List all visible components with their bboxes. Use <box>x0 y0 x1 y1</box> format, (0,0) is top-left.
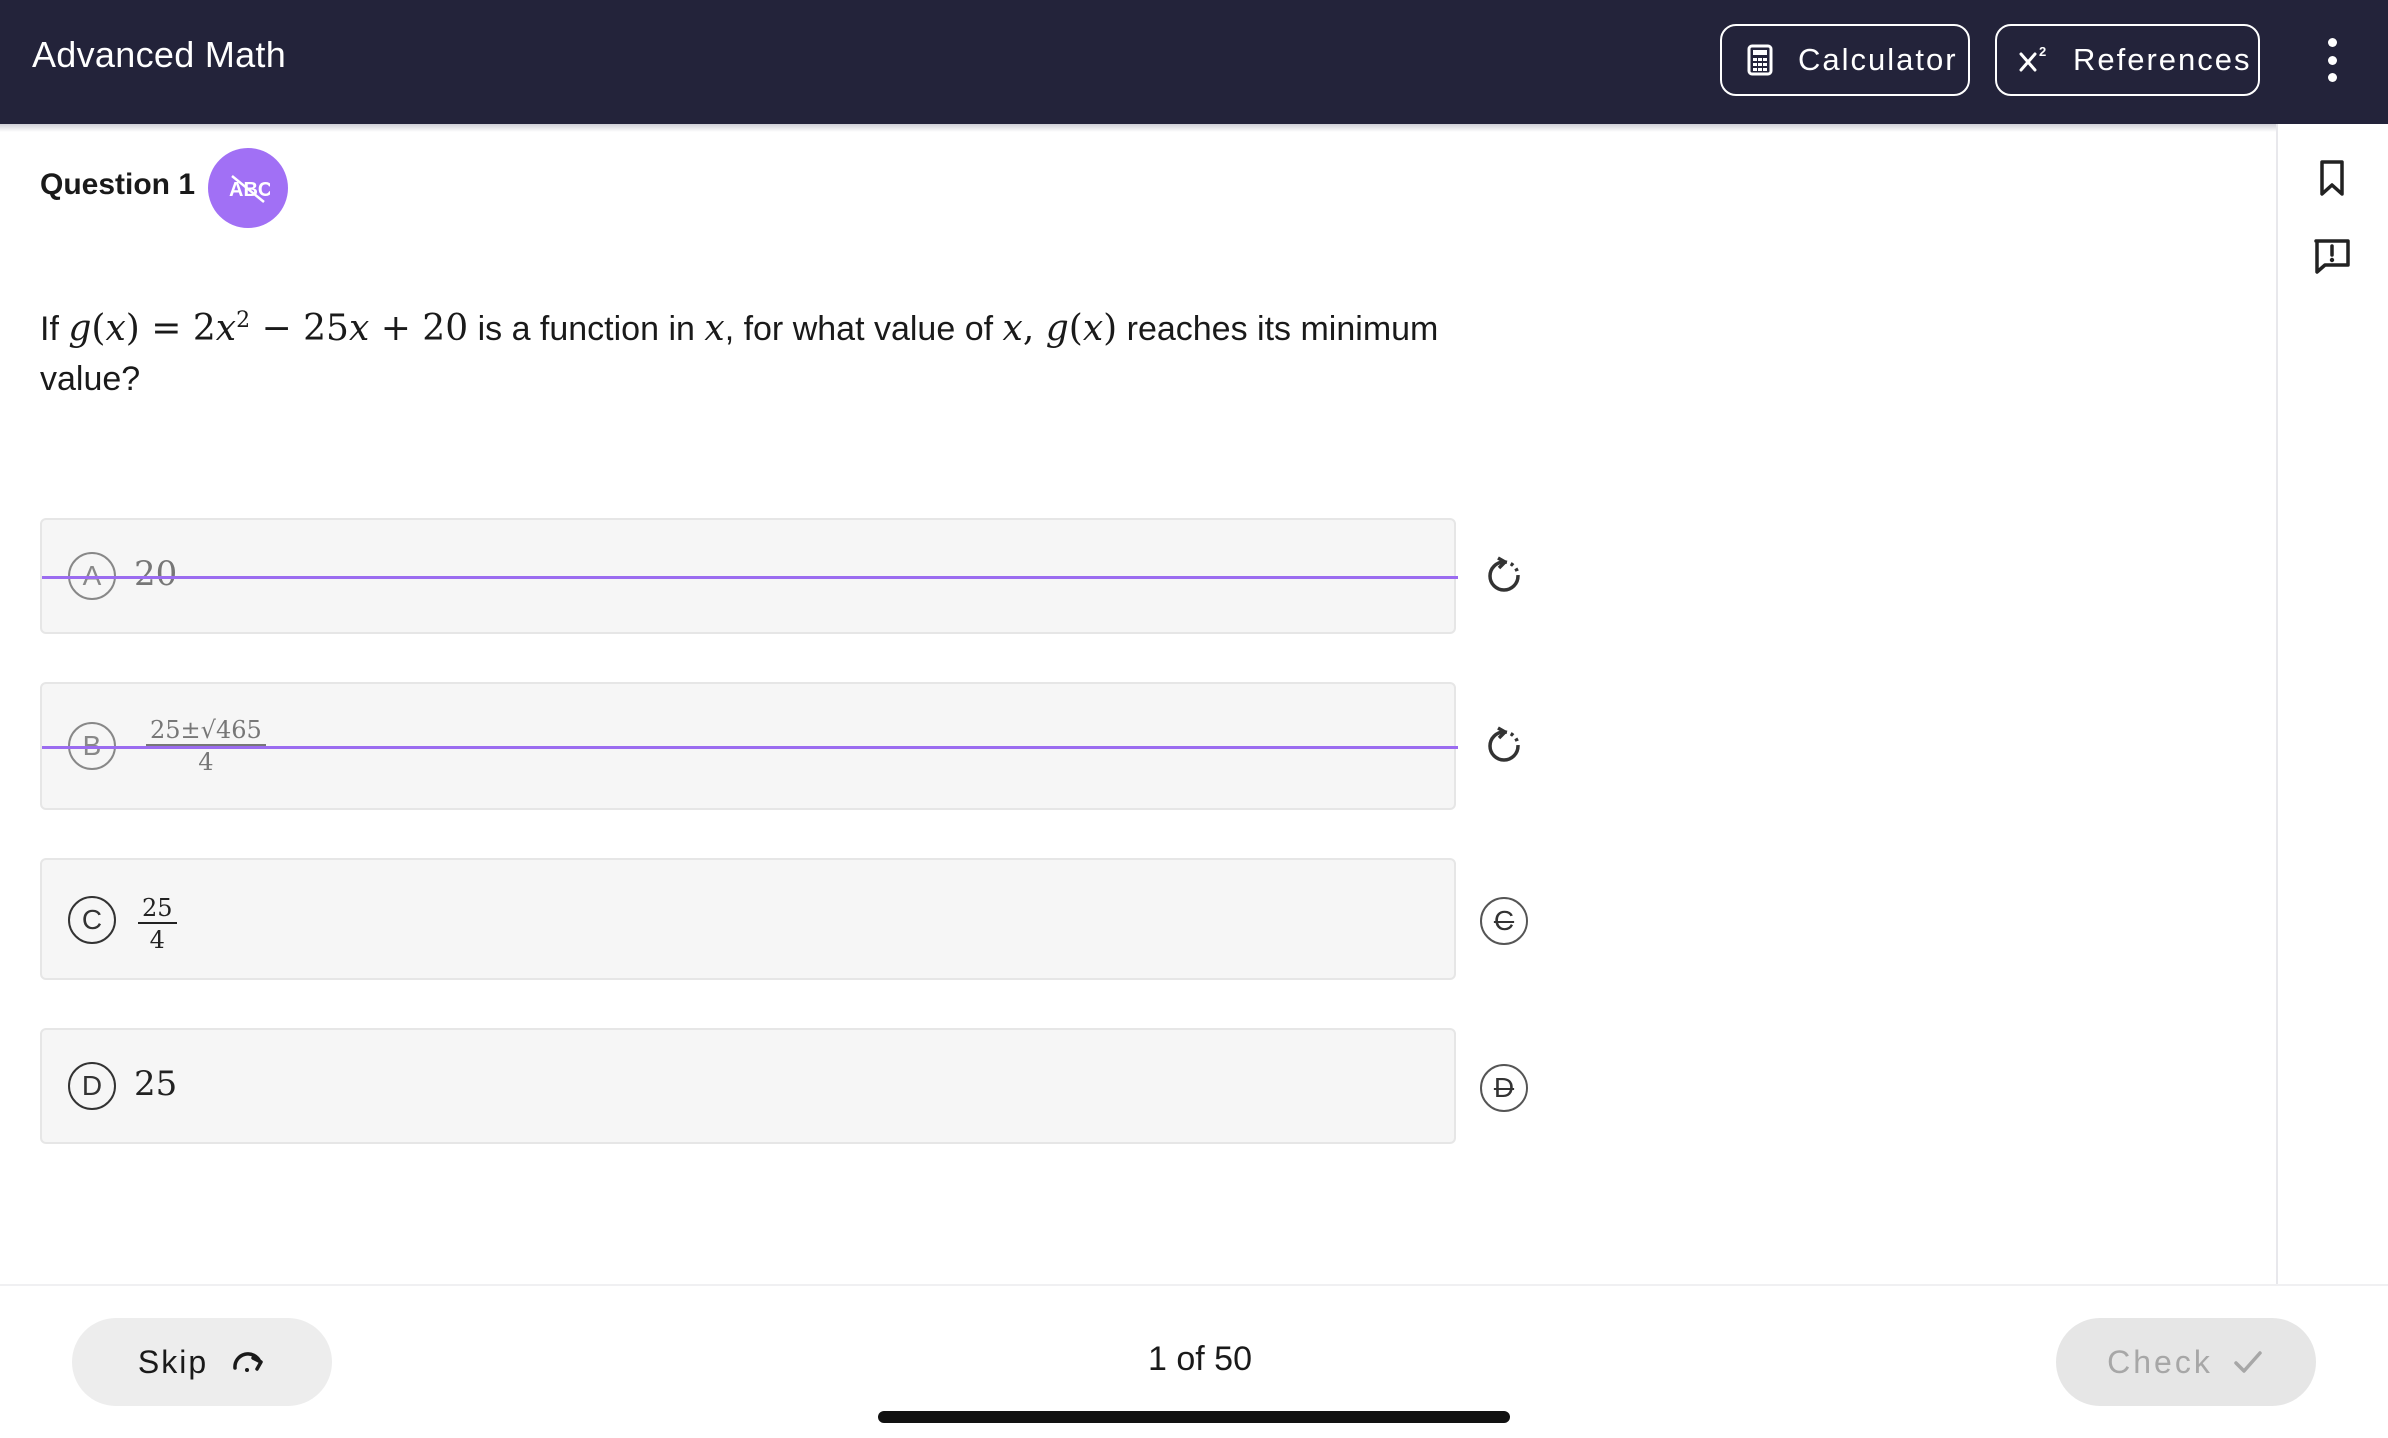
undo-circle-icon[interactable] <box>1480 722 1528 770</box>
skip-button[interactable]: Skip <box>72 1318 332 1406</box>
footer-divider <box>0 1284 2388 1286</box>
top-bar: Advanced Math Calculator 2 References <box>0 0 2388 124</box>
question-progress: 1 of 50 <box>1148 1340 1252 1378</box>
references-button[interactable]: 2 References <box>1995 24 2260 96</box>
math-variable: x, g(x) <box>1002 308 1118 349</box>
calculator-button[interactable]: Calculator <box>1720 24 1970 96</box>
choice-fraction: 25 4 <box>138 894 177 952</box>
undo-circle-icon[interactable] <box>1480 552 1528 600</box>
choice-b[interactable]: B 25±√4654 <box>40 682 1458 810</box>
question-text: If g(x) = 2x2 − 25x + 20 is a function i… <box>40 308 1439 398</box>
eliminate-c-button[interactable]: C <box>1480 897 1528 945</box>
header-shadow <box>0 124 2276 132</box>
references-label: References <box>2073 42 2252 77</box>
skip-label: Skip <box>137 1343 209 1380</box>
home-indicator <box>878 1411 1510 1423</box>
choice-letter: D <box>68 1062 116 1110</box>
skip-arrow-icon <box>230 1344 266 1380</box>
check-icon <box>2231 1345 2265 1379</box>
eliminate-d-button[interactable]: D <box>1480 1064 1528 1112</box>
math-variable: x <box>704 308 725 349</box>
choice-d[interactable]: D 25 <box>40 1028 1456 1144</box>
check-button[interactable]: Check <box>2056 1318 2316 1406</box>
choice-fraction: 25±√465 4 <box>146 716 266 774</box>
check-label: Check <box>2107 1343 2213 1380</box>
report-comment-icon[interactable] <box>2312 236 2352 276</box>
right-rail-divider <box>2276 124 2278 1284</box>
choice-value: 25 <box>134 1064 178 1104</box>
kebab-menu-icon[interactable] <box>2312 38 2352 82</box>
choice-a[interactable]: A 20 <box>40 518 1458 634</box>
strike-line <box>42 746 1458 749</box>
calculator-icon <box>1742 42 1778 78</box>
svg-text:2: 2 <box>2039 44 2048 59</box>
choice-c[interactable]: C 25 4 <box>40 858 1456 980</box>
superscript-icon: 2 <box>2017 42 2053 78</box>
answer-eliminator-toggle[interactable]: ABC <box>208 148 288 228</box>
strike-line <box>42 576 1458 579</box>
math-function-definition: g(x) = 2x2 − 25x + 20 <box>68 308 469 349</box>
question-number: Question 1 <box>40 168 196 201</box>
app-title: Advanced Math <box>32 34 287 75</box>
choice-letter: C <box>68 896 116 944</box>
calculator-label: Calculator <box>1798 42 1958 77</box>
bookmark-icon[interactable] <box>2312 158 2352 198</box>
choice-value: 20 <box>134 554 178 594</box>
